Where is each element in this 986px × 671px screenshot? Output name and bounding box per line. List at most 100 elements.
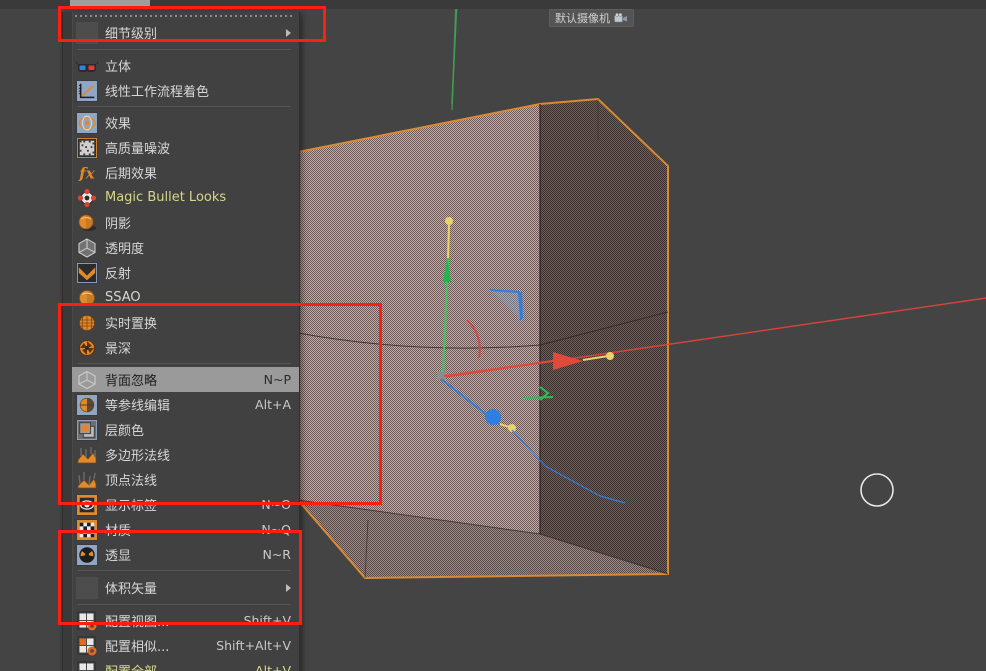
menu-item[interactable]: Magic Bullet Looks	[72, 185, 299, 210]
menu-tearoff-handle[interactable]	[72, 12, 299, 19]
isoline-edit-icon	[76, 393, 98, 416]
menu-item[interactable]: fx 后期效果	[72, 160, 299, 185]
svg-text:fx: fx	[78, 164, 95, 182]
menu-item[interactable]: 背面忽略 N~P	[72, 367, 299, 392]
menu-item-label: 反射	[105, 267, 132, 282]
configure-similar-icon	[76, 635, 98, 657]
menu-item-hotkey: Shift+V	[243, 613, 291, 628]
menu-separator	[77, 604, 291, 605]
menu-item[interactable]: 效果	[72, 110, 299, 135]
menu-item-label: 效果	[105, 117, 132, 132]
xray-icon	[76, 543, 98, 566]
transparency-cube-icon	[76, 237, 98, 259]
menu-item[interactable]: 多边形法线	[72, 442, 299, 467]
menu-item-hotkey: Alt+V	[255, 663, 291, 671]
menu-item[interactable]: 实时置换	[72, 310, 299, 335]
gizmo-handle-y-line	[447, 223, 450, 259]
menu-item[interactable]: 配置全部... Alt+V	[72, 658, 299, 671]
menu-item-hotkey: N~R	[262, 547, 291, 562]
menu-item-label: 层颜色	[105, 424, 145, 439]
box-face-front	[298, 104, 540, 534]
menu-item-hotkey: N~Q	[261, 522, 291, 537]
app-root: 默认摄像机 细节级别 立体 线性工作流程着色 效果 高质量噪波 fx 后期效果 …	[0, 0, 986, 671]
menu-item-label: 透明度	[105, 242, 145, 257]
menu-separator	[77, 49, 291, 50]
depth-of-field-icon	[76, 337, 98, 359]
blank-icon	[76, 21, 98, 44]
camera-label-text: 默认摄像机	[555, 11, 610, 25]
menu-item[interactable]: 阴影	[72, 210, 299, 235]
menu-item-hotkey: N~P	[263, 372, 291, 387]
display-menu[interactable]: 细节级别 立体 线性工作流程着色 效果 高质量噪波 fx 后期效果 Magic …	[62, 12, 300, 671]
ssao-sphere-icon	[76, 287, 98, 309]
menu-separator	[77, 570, 291, 571]
linear-workflow-icon	[76, 79, 98, 102]
menu-item-label: 高质量噪波	[105, 142, 171, 157]
gizmo-handle-y-knob	[445, 217, 453, 225]
configure-all-icon	[76, 660, 98, 671]
menu-item-label: 配置视图...	[105, 615, 170, 630]
shadow-sphere-icon	[76, 212, 98, 234]
viewport-camera-label[interactable]: 默认摄像机	[549, 9, 634, 27]
gizmo-arrow-z	[485, 409, 501, 425]
effects-icon	[76, 111, 98, 134]
menu-item[interactable]: 高质量噪波	[72, 135, 299, 160]
gizmo-handle-x-knob	[606, 352, 614, 360]
polygon-normals-icon	[76, 444, 98, 466]
menu-separator	[77, 106, 291, 107]
backface-cull-icon	[76, 369, 98, 391]
menu-item[interactable]: 配置相似... Shift+Alt+V	[72, 633, 299, 658]
menu-item-label: 顶点法线	[105, 474, 158, 489]
layer-color-icon	[76, 418, 98, 441]
menu-item[interactable]: 景深	[72, 335, 299, 360]
menu-item-label: 透显	[105, 549, 132, 564]
menu-item-label: 配置相似...	[105, 640, 170, 655]
menu-item-hotkey: N~O	[261, 497, 291, 512]
menu-item-label: 后期效果	[105, 167, 158, 182]
menu-item-label: 等参线编辑	[105, 399, 171, 414]
menu-item[interactable]: 反射	[72, 260, 299, 285]
menu-item[interactable]: 体积矢量	[72, 574, 299, 601]
menu-item[interactable]: 显示标签 N~O	[72, 492, 299, 517]
menu-item[interactable]: 透明度	[72, 235, 299, 260]
world-axis-y-top	[451, 0, 458, 105]
camera-icon	[614, 13, 628, 23]
anaglyph-glasses-icon	[76, 55, 98, 77]
blank-icon	[76, 576, 98, 599]
menu-item-label: 阴影	[105, 217, 132, 232]
submenu-arrow-icon	[286, 28, 291, 37]
menu-item[interactable]: SSAO	[72, 285, 299, 310]
noise-icon	[76, 136, 98, 159]
menu-item-label: 立体	[105, 60, 132, 75]
menu-item-label: 实时置换	[105, 317, 158, 332]
menu-item[interactable]: 线性工作流程着色	[72, 78, 299, 103]
menu-item-label: 景深	[105, 342, 132, 357]
menu-separator	[77, 363, 291, 364]
gizmo-arc-y	[523, 396, 554, 399]
menu-item-label: 细节级别	[105, 27, 158, 42]
menu-item-hotkey: Alt+A	[255, 397, 291, 412]
menu-item-label: SSAO	[105, 290, 141, 305]
menu-item[interactable]: 透显 N~R	[72, 542, 299, 567]
fx-icon: fx	[76, 162, 98, 184]
submenu-arrow-icon	[286, 583, 291, 592]
menu-item[interactable]: 立体	[72, 53, 299, 78]
menu-item[interactable]: 顶点法线	[72, 467, 299, 492]
menu-item-label: 多边形法线	[105, 449, 171, 464]
menu-item[interactable]: 材质 N~Q	[72, 517, 299, 542]
menu-item-label: 线性工作流程着色	[105, 85, 210, 100]
vertex-normals-icon	[76, 469, 98, 491]
menu-item[interactable]: 配置视图... Shift+V	[72, 608, 299, 633]
white-circle-cursor	[860, 473, 894, 507]
reflection-icon	[76, 261, 98, 284]
window-tab-stub[interactable]	[70, 0, 150, 9]
menu-item-label: Magic Bullet Looks	[105, 190, 227, 205]
menu-item[interactable]: 细节级别	[72, 19, 299, 46]
show-tags-eye-icon	[76, 493, 98, 516]
menu-item-list: 细节级别 立体 线性工作流程着色 效果 高质量噪波 fx 后期效果 Magic …	[63, 19, 299, 671]
box-face-right	[540, 99, 668, 574]
menu-item-label: 背面忽略	[105, 374, 158, 389]
menu-item[interactable]: 层颜色	[72, 417, 299, 442]
menu-item-label: 配置全部...	[105, 661, 241, 671]
menu-item[interactable]: 等参线编辑 Alt+A	[72, 392, 299, 417]
